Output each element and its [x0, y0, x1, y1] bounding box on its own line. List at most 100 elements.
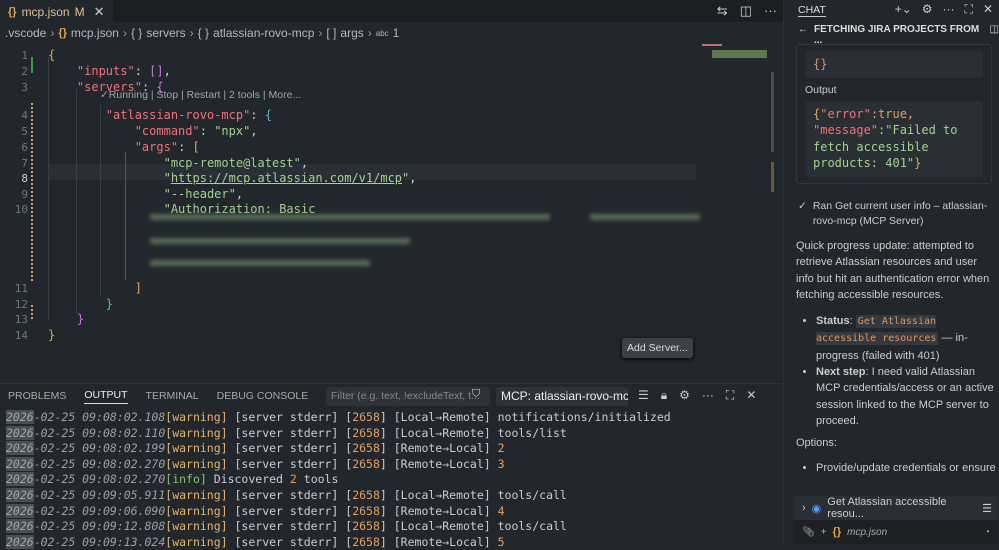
code-token: "npx" [214, 124, 251, 138]
log-pid: 2658 [352, 503, 380, 518]
line-number: 13 [14, 313, 28, 326]
new-chat-icon[interactable]: +⌄ [895, 2, 912, 17]
log-ts: -02-25 09:08:02.270 [33, 472, 166, 487]
close-panel-icon[interactable]: ✕ [746, 388, 756, 403]
attachment-chip[interactable]: mcp.json [847, 527, 887, 538]
code-token: "command" [134, 124, 200, 138]
code-token: ] [134, 281, 142, 295]
tab-problems[interactable]: PROBLEMS [8, 390, 66, 402]
log-year: 2026 [6, 456, 34, 471]
status-item: Status: Get Atlassian accessible resourc… [816, 313, 996, 364]
code-token: , [163, 64, 171, 78]
close-icon[interactable]: ✕ [983, 2, 993, 17]
code-token: : [250, 108, 265, 122]
more-actions-icon[interactable]: ··· [943, 2, 955, 17]
compare-changes-icon[interactable]: ⇆ [717, 3, 728, 19]
code-token: , [235, 187, 244, 201]
log-ts: -02-25 09:08:02.270 [33, 456, 166, 471]
chat-input[interactable]: 📎︎ +{} mcp.json ◔ [794, 520, 998, 544]
gear-icon[interactable]: ⚙ [679, 388, 690, 403]
tab-output[interactable]: OUTPUT [84, 389, 128, 404]
line-number: 9 [21, 188, 28, 201]
code-token: "atlassian-rovo-mcp" [105, 108, 251, 122]
maximize-icon[interactable]: ⛶ [965, 2, 973, 17]
chevron-right-icon[interactable]: › [802, 502, 806, 514]
filter-icon[interactable]: ⛉ [472, 388, 480, 401]
log-ts: -02-25 09:09:06.090 [33, 503, 166, 518]
tab-mcp-json[interactable]: {} mcp.json M ✕ [0, 0, 113, 22]
code-token: , [250, 124, 258, 138]
code-line[interactable]: "mcp-remote@latest", [48, 155, 309, 171]
code-line[interactable]: { [48, 47, 55, 63]
log-lvl: [warning] [165, 503, 228, 518]
todo-label: Get Atlassian accessible resou... [827, 496, 947, 520]
log-dir: ] [Local→Remote] [379, 425, 498, 440]
conversation-title: FETCHING JIRA PROJECTS FROM ... [814, 24, 980, 46]
todo-list-icon[interactable]: ☰ [982, 502, 992, 515]
code-line[interactable]: ] [48, 280, 142, 296]
log-dir: ] [Remote→Local] [379, 441, 498, 456]
log-dir: ] [Remote→Local] [379, 456, 498, 471]
output-filter-input[interactable]: Filter (e.g. text, !excludeText, t... [326, 387, 490, 406]
log-lvl: [warning] [165, 425, 228, 440]
breadcrumb-item[interactable]: atlassian-rovo-mcp [213, 26, 314, 40]
breadcrumb-item[interactable]: .vscode [5, 26, 46, 40]
add-server-button[interactable]: Add Server... [622, 338, 693, 358]
code-token: } [105, 297, 114, 311]
json-file-icon: {} [8, 5, 17, 18]
output-log[interactable]: 2026-02-25 09:08:02.108[warning] [server… [6, 410, 671, 550]
context-usage-icon: ◔ [983, 526, 990, 538]
breadcrumb-item[interactable]: mcp.json [71, 26, 119, 40]
add-context-icon[interactable]: + [821, 527, 827, 538]
code-line[interactable]: "servers": { [48, 79, 164, 95]
tab-terminal[interactable]: TERMINAL [146, 390, 199, 402]
code-token: { [156, 80, 164, 94]
line-number: 7 [21, 157, 28, 170]
log-pid: 2 [289, 472, 297, 487]
lock-scroll-icon[interactable]: 🔒︎ [661, 388, 667, 403]
more-actions-icon[interactable]: ··· [764, 3, 777, 19]
gear-icon[interactable]: ⚙ [922, 2, 933, 17]
log-msg: tools/call [497, 487, 567, 502]
option-item: Provide/update credentials or ensure [816, 460, 996, 476]
editor-scrollbar[interactable] [771, 42, 776, 192]
code-token: "args" [134, 140, 179, 154]
split-editor-icon[interactable]: ◫ [740, 3, 752, 19]
tab-debug-console[interactable]: DEBUG CONSOLE [217, 390, 309, 402]
minimap[interactable] [700, 42, 770, 62]
more-actions-icon[interactable]: ··· [702, 388, 714, 403]
close-tab-icon[interactable]: ✕ [94, 4, 105, 20]
code-line[interactable]: "https://mcp.atlassian.com/v1/mcp", [48, 170, 417, 186]
output-channel-select[interactable]: MCP: atlassian-rovo-mcp [496, 387, 628, 406]
code-line[interactable]: "command": "npx", [48, 123, 258, 139]
back-icon[interactable]: ← [798, 24, 808, 46]
code-token: : [199, 124, 215, 138]
todo-item[interactable]: › ◉ Get Atlassian accessible resou... ☰ [794, 496, 998, 520]
log-dir: ] [Remote→Local] [379, 503, 498, 518]
code-line[interactable]: } [48, 327, 55, 343]
log-ts: -02-25 09:09:05.911 [33, 487, 166, 502]
breadcrumb-item[interactable]: servers [146, 26, 185, 40]
tool-run-item[interactable]: ✓ Ran Get current user info – atlassian-r… [798, 199, 988, 229]
log-line: 2026-02-25 09:08:02.270[warning] [server… [6, 456, 671, 473]
code-line[interactable]: "atlassian-rovo-mcp": { [48, 107, 272, 123]
attach-icon[interactable]: 📎︎ [802, 527, 815, 538]
clear-output-icon[interactable]: ☰ [638, 388, 649, 403]
split-icon[interactable]: ◫ [990, 24, 999, 46]
code-line[interactable]: } [48, 311, 84, 327]
log-dir: ] [Local→Remote] [379, 519, 498, 534]
line-number: 6 [21, 141, 28, 154]
code-line[interactable]: } [48, 296, 113, 312]
breadcrumb-item[interactable]: 1 [393, 26, 400, 40]
code-line[interactable]: "args": [ [48, 139, 200, 155]
code-line[interactable]: "--header", [48, 186, 243, 202]
maximize-panel-icon[interactable]: ⛶ [726, 388, 734, 403]
editor: {} mcp.json M ✕ ⇆ ◫ ··· .vscode › {} mcp.j… [0, 0, 783, 383]
breadcrumb-item[interactable]: args [340, 26, 363, 40]
code-line[interactable]: "inputs": [], [48, 63, 171, 79]
